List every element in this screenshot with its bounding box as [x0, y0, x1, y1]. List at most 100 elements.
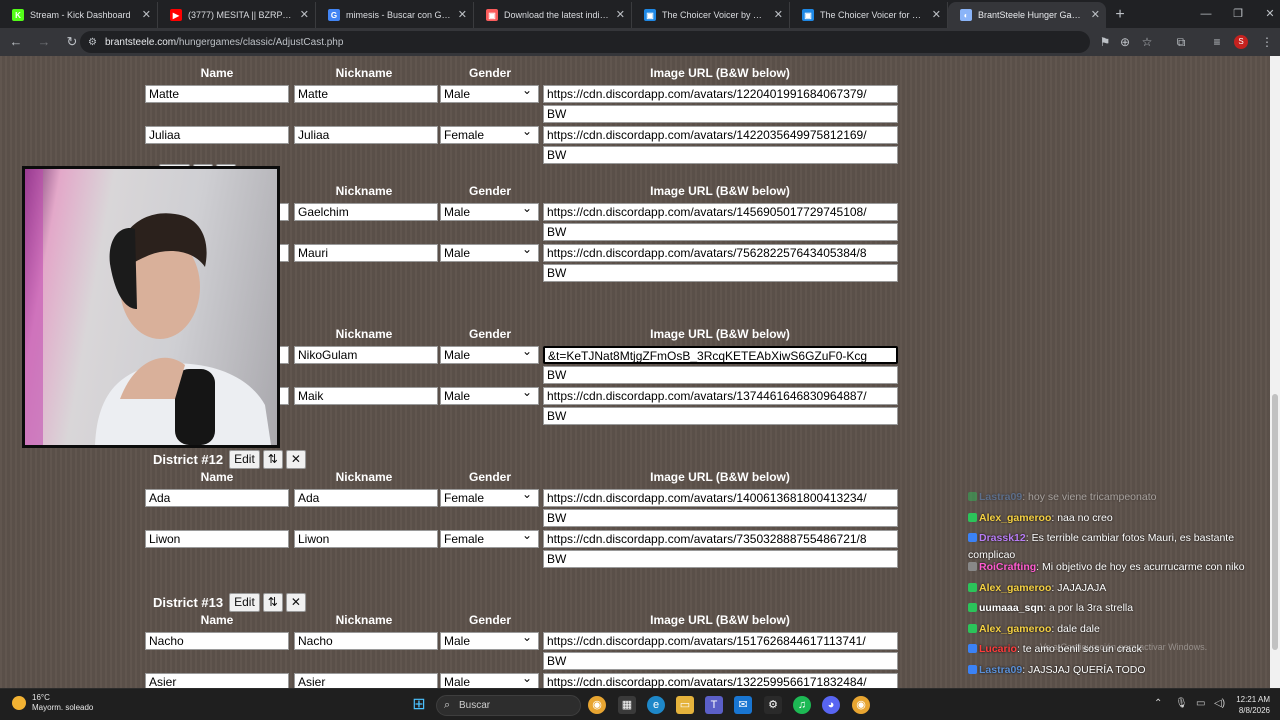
swap-icon[interactable]: ⇅: [262, 449, 283, 469]
site-info-icon[interactable]: ⚙: [88, 37, 97, 48]
restore-icon[interactable]: ❐: [1222, 0, 1254, 28]
nickname-field[interactable]: Ada: [294, 489, 438, 507]
bw-image-url-field[interactable]: BW: [543, 223, 898, 241]
tab-close-icon[interactable]: ✕: [774, 8, 783, 21]
bw-image-url-field[interactable]: BW: [543, 509, 898, 527]
tab-close-icon[interactable]: ✕: [458, 8, 467, 21]
name-field[interactable]: Ada: [145, 489, 289, 507]
nickname-field[interactable]: Gaelchim: [294, 203, 438, 221]
nickname-field[interactable]: NikoGulam: [294, 346, 438, 364]
system-clock[interactable]: 12:21 AM 8/8/2026: [1232, 694, 1270, 716]
gender-select[interactable]: Male: [440, 85, 539, 103]
nickname-field[interactable]: Asier: [294, 673, 438, 688]
scroll-thumb[interactable]: [1272, 394, 1278, 650]
tab-close-icon[interactable]: ✕: [142, 8, 151, 21]
edge-taskbar-icon[interactable]: e: [647, 696, 665, 714]
back-icon[interactable]: ←: [4, 30, 28, 54]
teams-taskbar-icon[interactable]: T: [705, 696, 723, 714]
media-control-icon[interactable]: ≡: [1206, 30, 1228, 54]
chrome-taskbar-icon[interactable]: ◉: [588, 696, 606, 714]
taskbar-search[interactable]: ⌕ Buscar: [436, 695, 581, 716]
page-scrollbar[interactable]: [1270, 56, 1280, 688]
edit-district-button[interactable]: Edit: [229, 592, 260, 612]
name-field[interactable]: Liwon: [145, 530, 289, 548]
zoom-icon[interactable]: ⊕: [1114, 30, 1136, 54]
gender-select[interactable]: Male: [440, 673, 539, 688]
swap-icon[interactable]: ⇅: [262, 592, 283, 612]
gender-select[interactable]: Female: [440, 489, 539, 507]
network-icon[interactable]: ▭: [1196, 698, 1205, 709]
tab-close-icon[interactable]: ✕: [1091, 8, 1100, 21]
browser-tab[interactable]: ▣ Download the latest indie game ✕: [474, 2, 632, 28]
window-close-icon[interactable]: ✕: [1254, 0, 1280, 28]
microphone-icon[interactable]: 🎙: [1175, 698, 1188, 709]
browser-tab[interactable]: K Stream - Kick Dashboard ✕: [0, 2, 158, 28]
image-url-field[interactable]: https://cdn.discordapp.com/avatars/14220…: [543, 126, 898, 144]
tab-close-icon[interactable]: ✕: [932, 8, 941, 21]
browser-tab[interactable]: ▣ The Choicer Voicer by YeahMay ✕: [632, 2, 790, 28]
browser-tab[interactable]: ▶ (3777) MESITA || BZRP Music Se ✕: [158, 2, 316, 28]
image-url-field[interactable]: https://cdn.discordapp.com/avatars/13744…: [543, 387, 898, 405]
translate-icon[interactable]: ⚑: [1094, 30, 1116, 54]
image-url-field[interactable]: https://cdn.discordapp.com/avatars/13225…: [543, 673, 898, 688]
tab-close-icon[interactable]: ✕: [300, 8, 309, 21]
tray-expand-icon[interactable]: ⌃: [1154, 698, 1162, 709]
name-field[interactable]: Matte: [145, 85, 289, 103]
windows-start-icon[interactable]: ⊞: [410, 696, 428, 714]
tab-close-icon[interactable]: ✕: [616, 8, 625, 21]
name-field[interactable]: Asier: [145, 673, 289, 688]
nickname-field[interactable]: Liwon: [294, 530, 438, 548]
nickname-field[interactable]: Nacho: [294, 632, 438, 650]
remove-district-icon[interactable]: ✕: [285, 592, 306, 612]
gender-select[interactable]: Male: [440, 203, 539, 221]
nickname-field[interactable]: Maik: [294, 387, 438, 405]
gender-select[interactable]: Male: [440, 632, 539, 650]
bw-image-url-field[interactable]: BW: [543, 264, 898, 282]
nickname-field[interactable]: Mauri: [294, 244, 438, 262]
discord-taskbar-icon[interactable]: ◕: [822, 696, 840, 714]
browser-tab[interactable]: ◐ BrantSteele Hunger Games Simu ✕: [948, 2, 1106, 28]
weather-widget[interactable]: 16°C Mayorm. soleado: [12, 693, 93, 713]
image-url-field[interactable]: https://cdn.discordapp.com/avatars/12204…: [543, 85, 898, 103]
profile-avatar[interactable]: S: [1234, 35, 1248, 49]
image-url-field[interactable]: https://cdn.discordapp.com/avatars/75628…: [543, 244, 898, 262]
image-url-field[interactable]: https://cdn.discordapp.com/avatars/15176…: [543, 632, 898, 650]
new-tab-icon[interactable]: +: [1106, 2, 1134, 28]
bw-image-url-field[interactable]: BW: [543, 146, 898, 164]
image-url-field[interactable]: &t=KeTJNat8MtjgZFmOsB_3RcqKETEAbXiwS6GZu…: [543, 346, 898, 364]
spotify-taskbar-icon[interactable]: ♫: [793, 696, 811, 714]
bookmark-star-icon[interactable]: ☆: [1136, 30, 1158, 54]
file-explorer-icon[interactable]: ▭: [676, 696, 694, 714]
bw-image-url-field[interactable]: BW: [543, 550, 898, 568]
browser-tab[interactable]: Gmimesis - Buscar con Google ✕: [316, 2, 474, 28]
nickname-field[interactable]: Juliaa: [294, 126, 438, 144]
menu-kebab-icon[interactable]: ⋮: [1256, 30, 1278, 54]
bw-image-url-field[interactable]: BW: [543, 105, 898, 123]
image-url-field[interactable]: https://cdn.discordapp.com/avatars/14569…: [543, 203, 898, 221]
forward-icon[interactable]: →: [32, 30, 56, 54]
image-url-field[interactable]: https://cdn.discordapp.com/avatars/14006…: [543, 489, 898, 507]
edit-district-button[interactable]: Edit: [229, 449, 260, 469]
gender-select[interactable]: Male: [440, 346, 539, 364]
steam-taskbar-icon[interactable]: ⚙: [764, 696, 782, 714]
address-bar[interactable]: ⚙ brantsteele.com/hungergames/classic/Ad…: [80, 31, 1090, 53]
bw-image-url-field[interactable]: BW: [543, 407, 898, 425]
browser-tab[interactable]: ▣ The Choicer Voicer for Window ✕: [790, 2, 948, 28]
mail-taskbar-icon[interactable]: ✉: [734, 696, 752, 714]
minimize-icon[interactable]: —: [1190, 0, 1222, 28]
name-field[interactable]: Nacho: [145, 632, 289, 650]
bw-image-url-field[interactable]: BW: [543, 652, 898, 670]
chrome-alt-taskbar-icon[interactable]: ◉: [852, 696, 870, 714]
gender-select[interactable]: Male: [440, 387, 539, 405]
bw-image-url-field[interactable]: BW: [543, 366, 898, 384]
nickname-field[interactable]: Matte: [294, 85, 438, 103]
store-taskbar-icon[interactable]: ▦: [618, 696, 636, 714]
gender-select[interactable]: Female: [440, 530, 539, 548]
name-field[interactable]: Juliaa: [145, 126, 289, 144]
extensions-icon[interactable]: ⧉: [1170, 30, 1192, 54]
gender-select[interactable]: Male: [440, 244, 539, 262]
image-url-field[interactable]: https://cdn.discordapp.com/avatars/73503…: [543, 530, 898, 548]
gender-select[interactable]: Female: [440, 126, 539, 144]
remove-district-icon[interactable]: ✕: [285, 449, 306, 469]
volume-icon[interactable]: ◁): [1214, 698, 1225, 709]
